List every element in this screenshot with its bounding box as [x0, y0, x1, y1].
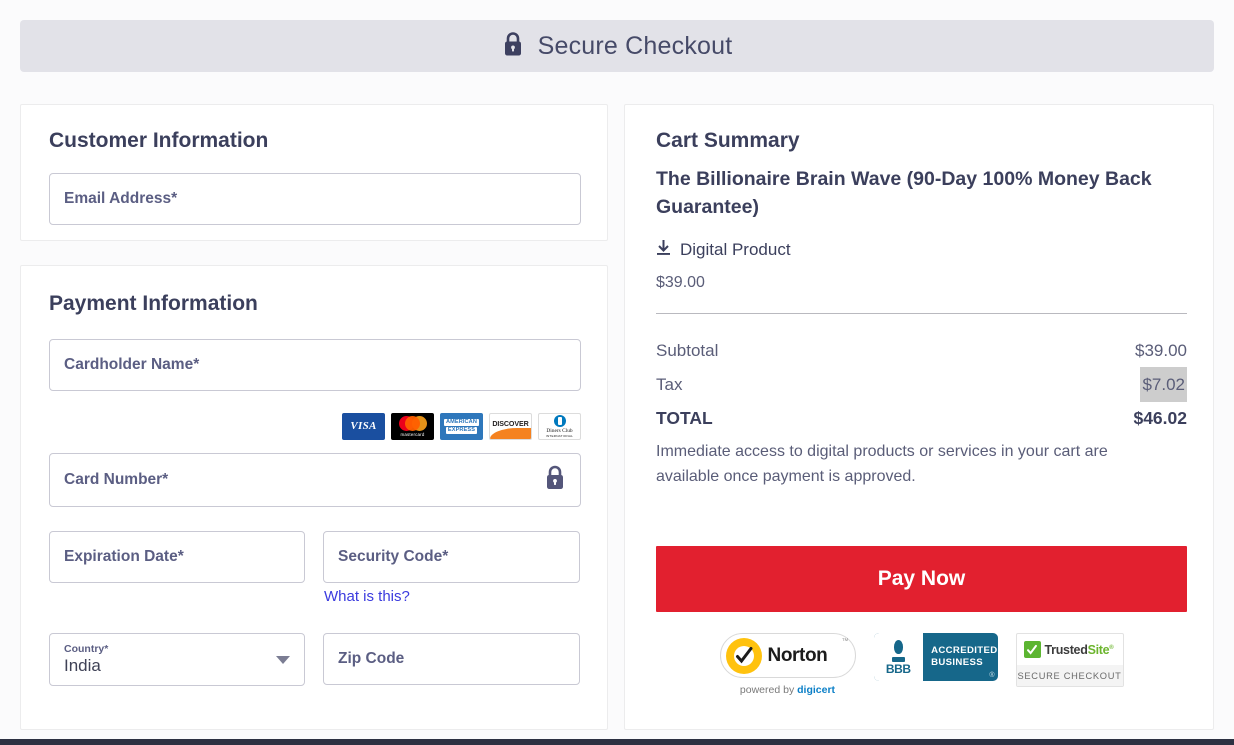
trustedsite-wordmark: TrustedSite®: [1045, 643, 1114, 657]
country-select-label: Country*: [64, 643, 109, 655]
product-type-row: Digital Product: [656, 239, 791, 261]
chevron-down-icon[interactable]: [276, 655, 290, 664]
torch-icon: [891, 639, 906, 662]
cardholder-name-label: Cardholder Name*: [64, 356, 200, 373]
bottom-edge-strip: [0, 739, 1234, 745]
norton-checkmark-icon: [725, 637, 762, 674]
cardholder-name-field[interactable]: Cardholder Name*: [49, 339, 581, 391]
what-is-this-link[interactable]: What is this?: [324, 588, 410, 605]
diners-club-icon: Diners Club INTERNATIONAL: [538, 412, 581, 440]
visa-icon: VISA: [342, 412, 385, 440]
trustedsite-subtitle: SECURE CHECKOUT: [1016, 665, 1123, 686]
email-field[interactable]: Email Address*: [49, 173, 581, 225]
green-check-icon: [1023, 641, 1041, 658]
diners-line2: INTERNATIONAL: [545, 433, 574, 438]
trustedsite-word-a: Trusted: [1044, 642, 1088, 657]
subtotal-value: $39.00: [1135, 341, 1187, 360]
payment-information-card: Payment Information Cardholder Name* VIS…: [20, 265, 608, 730]
cart-summary-card: Cart Summary The Billionaire Brain Wave …: [624, 104, 1214, 730]
mastercard-icon: mastercard: [391, 412, 434, 440]
bbb-text: ACCREDITED BUSINESS: [923, 645, 997, 669]
accepted-card-logos: VISA mastercard AMERICAN EXPRESS DISCOVE…: [326, 412, 581, 440]
page-title: Secure Checkout: [537, 31, 733, 60]
tax-row: Tax $7.02: [656, 367, 1187, 402]
country-select[interactable]: Country* India: [49, 633, 305, 686]
zip-code-field[interactable]: Zip Code: [323, 633, 580, 685]
security-code-label: Security Code*: [338, 548, 449, 565]
discover-label: DISCOVER: [492, 419, 529, 428]
grand-total-label: TOTAL: [656, 408, 713, 428]
security-code-field[interactable]: Security Code*: [323, 531, 580, 583]
trustedsite-top: TrustedSite®: [1017, 634, 1123, 665]
mastercard-label: mastercard: [400, 431, 425, 437]
digicert-wordmark: digicert: [797, 684, 836, 696]
norton-subtitle: powered by digicert: [720, 684, 856, 696]
payment-information-title: Payment Information: [49, 292, 258, 315]
tax-value: $7.02: [1140, 367, 1187, 402]
mastercard-circles: [398, 415, 427, 431]
customer-information-title: Customer Information: [49, 129, 269, 152]
zip-code-label: Zip Code: [338, 650, 405, 667]
fulfillment-note: Immediate access to digital products or …: [656, 443, 1108, 485]
secure-checkout-header: Secure Checkout: [20, 20, 1214, 72]
country-select-value: India: [64, 656, 101, 675]
grand-total-row: TOTAL $46.02: [656, 402, 1187, 435]
american-express-icon: AMERICAN EXPRESS: [440, 412, 483, 440]
customer-information-card: Customer Information Email Address*: [20, 104, 608, 241]
amex-line2: EXPRESS: [445, 426, 478, 434]
discover-icon: DISCOVER: [489, 412, 532, 440]
tax-label: Tax: [656, 375, 683, 394]
bbb-registered-mark: ®: [989, 672, 995, 679]
diners-mark: [553, 414, 566, 427]
bbb-line1: ACCREDITED: [931, 645, 998, 656]
bbb-badge: BBB ACCREDITED BUSINESS ®: [873, 633, 998, 681]
norton-powered-by: powered by: [739, 684, 798, 696]
pay-now-button[interactable]: Pay Now: [656, 546, 1187, 612]
expiration-date-field[interactable]: Expiration Date*: [49, 531, 305, 583]
expiration-date-label: Expiration Date*: [64, 548, 184, 565]
norton-tm: ™: [841, 638, 849, 645]
card-number-label: Card Number*: [64, 471, 169, 488]
trustedsite-registered-mark: ®: [1109, 644, 1114, 651]
bbb-letters: BBB: [885, 661, 911, 676]
totals-list: Subtotal $39.00 Tax $7.02 TOTAL $46.02: [656, 334, 1187, 435]
bbb-torch-mark: BBB: [873, 633, 924, 681]
email-field-label: Email Address*: [64, 190, 178, 207]
checkout-page: Secure Checkout Customer Information Ema…: [0, 0, 1234, 745]
trustedsite-word-b: Site: [1087, 642, 1110, 657]
product-type-label: Digital Product: [680, 240, 791, 259]
product-name: The Billionaire Brain Wave (90-Day 100% …: [656, 168, 1152, 218]
norton-badge: Norton ™ powered by digicert: [719, 633, 856, 696]
trust-badges: Norton ™ powered by digicert BBB ACCREDI…: [656, 633, 1187, 711]
trustedsite-badge: TrustedSite® SECURE CHECKOUT: [1015, 633, 1124, 687]
subtotal-label: Subtotal: [656, 341, 719, 360]
summary-divider: [656, 313, 1187, 314]
subtotal-row: Subtotal $39.00: [656, 334, 1187, 367]
norton-wordmark: Norton: [767, 644, 828, 666]
lock-icon: [502, 31, 524, 62]
lock-icon: [544, 465, 566, 496]
download-icon: [656, 239, 671, 261]
card-number-field[interactable]: Card Number*: [49, 453, 581, 507]
bbb-line2: BUSINESS: [931, 657, 983, 668]
visa-label: VISA: [350, 420, 377, 432]
discover-swoosh: [490, 427, 531, 439]
cart-summary-title: Cart Summary: [656, 129, 800, 152]
product-price: $39.00: [656, 274, 705, 291]
grand-total-value: $46.02: [1133, 408, 1187, 428]
norton-pill: Norton ™: [719, 633, 856, 678]
amex-line1: AMERICAN: [444, 418, 479, 426]
